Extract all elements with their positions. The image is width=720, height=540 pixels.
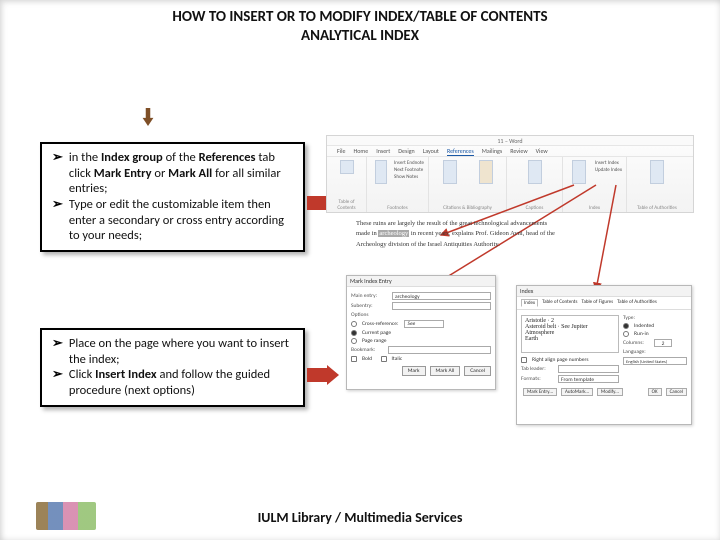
title-line-2: ANALYTICAL INDEX — [100, 27, 620, 46]
group-authorities: Table of Authorities — [627, 157, 687, 212]
insert-citation-icon[interactable] — [443, 160, 457, 184]
footer-text: IULM Library / Multimedia Services — [0, 509, 720, 526]
current-page-radio[interactable] — [351, 330, 357, 336]
mark-all-button[interactable]: Mark All — [430, 366, 461, 376]
group-captions: Captions — [507, 157, 563, 212]
dialog-title: Index — [517, 286, 691, 297]
bookmark-input[interactable] — [388, 346, 491, 354]
group-citations: Citations & Bibliography — [429, 157, 507, 212]
title-line-1: HOW TO INSERT OR TO MODIFY INDEX/TABLE O… — [100, 8, 620, 27]
tab-layout[interactable]: Layout — [423, 147, 439, 155]
highlighted-word: archeology — [378, 230, 409, 237]
main-entry-input[interactable]: archeology — [392, 292, 491, 300]
box2-bullet2: Click Insert Index and follow the guided… — [69, 367, 295, 398]
bullet-icon: ➢ — [52, 336, 63, 367]
modify-button[interactable]: Modify… — [597, 388, 623, 396]
insert-caption-icon[interactable] — [528, 160, 542, 184]
mark-citation-icon[interactable] — [650, 160, 664, 184]
insert-footnote-icon[interactable] — [375, 160, 387, 184]
type-indented-radio[interactable] — [623, 323, 629, 329]
dialog-mark-index-entry: Mark Index Entry Main entry: archeology … — [346, 275, 496, 390]
box2-bullet1: Place on the page where you want to inse… — [69, 336, 295, 367]
tab-file[interactable]: File — [337, 147, 346, 155]
language-select[interactable]: English (United States) — [623, 357, 687, 365]
tab-mailings[interactable]: Mailings — [482, 147, 502, 155]
toc-icon[interactable] — [340, 160, 354, 174]
index-preview: Aristotle · 2 Asteroid belt · See Jupite… — [521, 315, 619, 353]
ribbon-tabs: File Home Insert Design Layout Reference… — [327, 146, 693, 157]
subentry-input[interactable] — [392, 302, 491, 310]
dialog-tab-toa[interactable]: Table of Authorities — [617, 299, 657, 307]
tab-references[interactable]: References — [447, 147, 474, 156]
cross-ref-input[interactable]: See — [404, 320, 444, 328]
instruction-box-1: ➢ in the Index group of the References t… — [40, 142, 305, 252]
instruction-box-2: ➢ Place on the page where you want to in… — [40, 328, 305, 407]
window-title: 11 – Word — [327, 136, 693, 146]
tab-view[interactable]: View — [536, 147, 548, 155]
dialog-tab-toc[interactable]: Table of Contents — [542, 299, 577, 307]
cancel-button[interactable]: Cancel — [666, 388, 687, 396]
box1-bullet1: in the Index group of the References tab… — [69, 150, 295, 197]
columns-input[interactable]: 2 — [654, 339, 672, 347]
word-ribbon: 11 – Word File Home Insert Design Layout… — [326, 135, 694, 213]
mark-entry-icon[interactable] — [572, 160, 586, 184]
document-body: These ruins are largely the result of th… — [356, 219, 686, 250]
tab-design[interactable]: Design — [398, 147, 414, 155]
down-arrow-icon — [142, 108, 154, 126]
cancel-button[interactable]: Cancel — [464, 366, 491, 376]
tab-insert[interactable]: Insert — [376, 147, 390, 155]
bold-checkbox[interactable] — [351, 356, 357, 362]
bibliography-icon[interactable] — [479, 160, 493, 184]
right-align-checkbox[interactable] — [521, 357, 527, 363]
tab-home[interactable]: Home — [354, 147, 369, 155]
insert-index-cmd[interactable]: Insert Index — [595, 160, 622, 166]
bullet-icon: ➢ — [52, 150, 63, 197]
screenshot-composite: 11 – Word File Home Insert Design Layout… — [326, 135, 694, 435]
box1-bullet2: Type or edit the customizable item then … — [69, 197, 295, 244]
slide-title: HOW TO INSERT OR TO MODIFY INDEX/TABLE O… — [0, 8, 720, 46]
dialog-tab-tof[interactable]: Table of Figures — [581, 299, 613, 307]
automark-button[interactable]: AutoMark… — [561, 388, 593, 396]
cross-ref-radio[interactable] — [351, 321, 357, 327]
bullet-icon: ➢ — [52, 197, 63, 244]
tab-leader-select[interactable] — [558, 365, 619, 373]
ok-button[interactable]: OK — [648, 388, 662, 396]
dialog-tab-index[interactable]: Index — [521, 299, 538, 307]
bullet-icon: ➢ — [52, 367, 63, 398]
page-range-radio[interactable] — [351, 338, 357, 344]
group-toc: Table of Contents — [327, 157, 367, 212]
type-runin-radio[interactable] — [623, 331, 629, 337]
mark-entry-button[interactable]: Mark Entry… — [523, 388, 557, 396]
dialog-title: Mark Index Entry — [347, 276, 495, 287]
dialog-insert-index: Index Index Table of Contents Table of F… — [516, 285, 692, 425]
update-index-cmd[interactable]: Update Index — [595, 167, 622, 173]
group-index: Insert Index Update Index Index — [563, 157, 627, 212]
tab-review[interactable]: Review — [510, 147, 527, 155]
group-footnotes: Insert Endnote Next Footnote Show Notes … — [367, 157, 429, 212]
mark-button[interactable]: Mark — [402, 366, 426, 376]
formats-select[interactable]: From template — [558, 375, 619, 383]
italic-checkbox[interactable] — [381, 356, 387, 362]
